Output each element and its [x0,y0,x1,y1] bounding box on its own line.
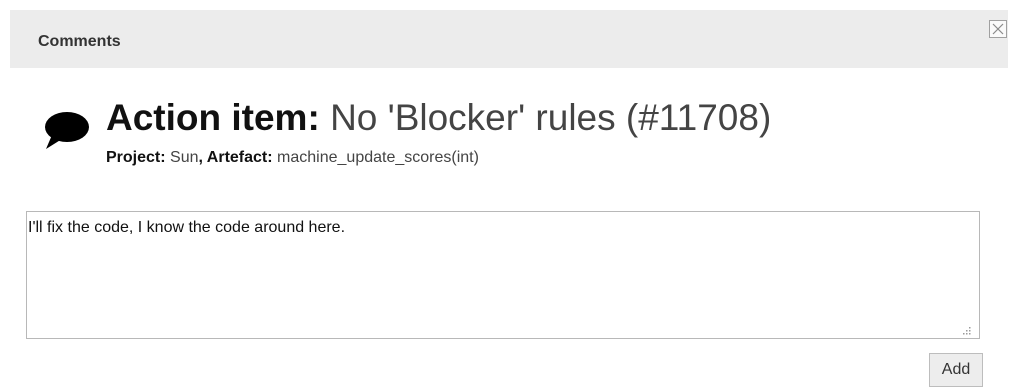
action-item-title: Action item: No 'Blocker' rules (#11708) [106,96,771,140]
close-button[interactable] [989,20,1007,38]
action-item-meta: Project: Sun, Artefact: machine_update_s… [106,149,479,167]
add-button[interactable]: Add [929,353,983,387]
action-item-prefix: Action item: [106,97,320,138]
close-icon [992,23,1004,35]
project-value: Sun [170,149,199,166]
comments-dialog: Comments Action item: No 'Blocker' rules… [0,0,1016,392]
artefact-separator: , [198,149,207,166]
action-item-name: No 'Blocker' rules (#11708) [330,97,772,138]
speech-bubble-icon [45,112,89,149]
dialog-header: Comments [10,10,1008,68]
comment-textarea[interactable] [26,211,980,339]
dialog-title: Comments [38,33,121,50]
artefact-value: machine_update_scores(int) [277,149,479,166]
artefact-label: Artefact: [206,149,273,166]
project-label: Project: [106,149,166,166]
